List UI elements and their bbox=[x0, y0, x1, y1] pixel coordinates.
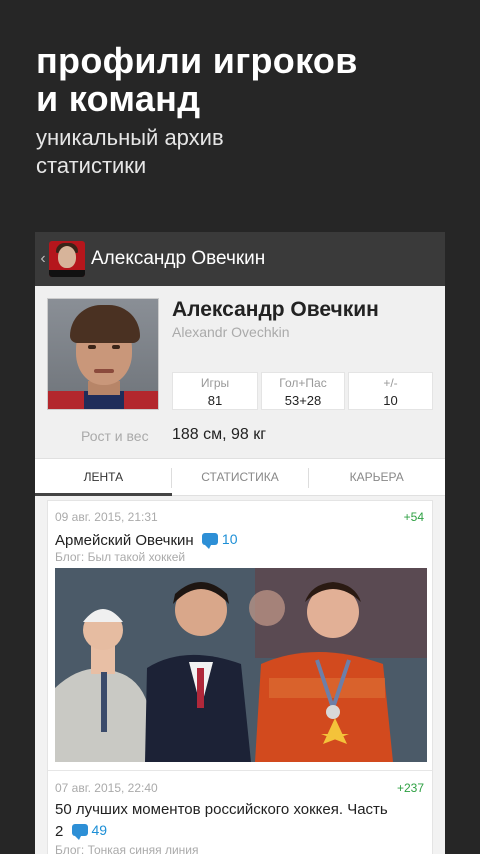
tab-divider bbox=[308, 468, 309, 488]
hockey-photo-illustration bbox=[55, 568, 427, 762]
player-name-en: Alexandr Ovechkin bbox=[172, 324, 290, 340]
app-logo[interactable] bbox=[49, 241, 85, 277]
stat-plus-minus: +/- 10 bbox=[348, 372, 433, 410]
chevron-left-icon[interactable]: ‹ bbox=[37, 232, 49, 286]
post-divider bbox=[48, 770, 432, 771]
post-date: 09 авг. 2015, 21:31 bbox=[55, 510, 158, 524]
stat-label: +/- bbox=[383, 376, 398, 390]
stat-value: 53+28 bbox=[284, 393, 322, 408]
app-screen: ‹ Александр Овечкин Александр Овечкин Al… bbox=[35, 232, 445, 854]
comment-count-value: 10 bbox=[221, 531, 238, 547]
post-title[interactable]: Армейский Овечкин 10 bbox=[55, 529, 237, 551]
tab-divider bbox=[171, 468, 172, 488]
player-photo bbox=[47, 298, 159, 410]
player-profile-header: Александр Овечкин Alexandr Ovechkin Игры… bbox=[35, 286, 445, 458]
player-name-ru: Александр Овечкин bbox=[172, 298, 379, 321]
height-weight-label: Рост и вес bbox=[81, 428, 149, 444]
app-bar: ‹ Александр Овечкин bbox=[35, 232, 445, 286]
promo-subtitle: уникальный архив статистики bbox=[36, 124, 224, 180]
post-title-text-cont[interactable]: 2 bbox=[55, 823, 63, 840]
promo-title-line2: и команд bbox=[36, 78, 201, 119]
post-score: +237 bbox=[396, 781, 424, 795]
stat-label: Гол+Пас bbox=[279, 376, 327, 390]
post-title-text[interactable]: Армейский Овечкин bbox=[55, 532, 194, 549]
tab-feed[interactable]: ЛЕНТА bbox=[35, 459, 172, 496]
stat-value: 10 bbox=[383, 393, 398, 408]
comment-count-value: 49 bbox=[91, 822, 108, 838]
post-blog[interactable]: Блог: Был такой хоккей bbox=[55, 550, 185, 564]
post-score: +54 bbox=[403, 510, 424, 524]
post-title[interactable]: 50 лучших моментов российского хоккея. Ч… bbox=[55, 800, 427, 842]
profile-tabs: ЛЕНТА СТАТИСТИКА КАРЬЕРА bbox=[35, 458, 445, 496]
comment-bubble-icon bbox=[201, 533, 218, 549]
stat-games: Игры 81 bbox=[172, 372, 258, 410]
stat-label: Игры bbox=[200, 376, 230, 390]
promo-subtitle-line1: уникальный архив bbox=[36, 125, 224, 150]
promo-title: профили игроков и команд bbox=[36, 42, 358, 118]
post-date: 07 авг. 2015, 22:40 bbox=[55, 781, 158, 795]
stat-goals-assists: Гол+Пас 53+28 bbox=[261, 372, 345, 410]
height-weight-value: 188 см, 98 кг bbox=[172, 426, 267, 443]
promo-title-line1: профили игроков bbox=[36, 40, 358, 81]
tab-statistics[interactable]: СТАТИСТИКА bbox=[172, 459, 309, 495]
tab-career[interactable]: КАРЬЕРА bbox=[308, 459, 445, 495]
comment-count[interactable]: 49 bbox=[71, 820, 108, 840]
comment-count[interactable]: 10 bbox=[201, 529, 238, 549]
post-image[interactable] bbox=[55, 568, 427, 762]
post-blog[interactable]: Блог: Тонкая синяя линия bbox=[55, 843, 199, 854]
feed-list: 09 авг. 2015, 21:31 +54 Армейский Овечки… bbox=[47, 500, 433, 854]
appbar-title: Александр Овечкин bbox=[91, 248, 266, 269]
comment-bubble-icon bbox=[71, 824, 88, 840]
promo-subtitle-line2: статистики bbox=[36, 153, 147, 178]
stat-value: 81 bbox=[207, 393, 223, 408]
post-title-text[interactable]: 50 лучших моментов российского хоккея. Ч… bbox=[55, 800, 427, 820]
